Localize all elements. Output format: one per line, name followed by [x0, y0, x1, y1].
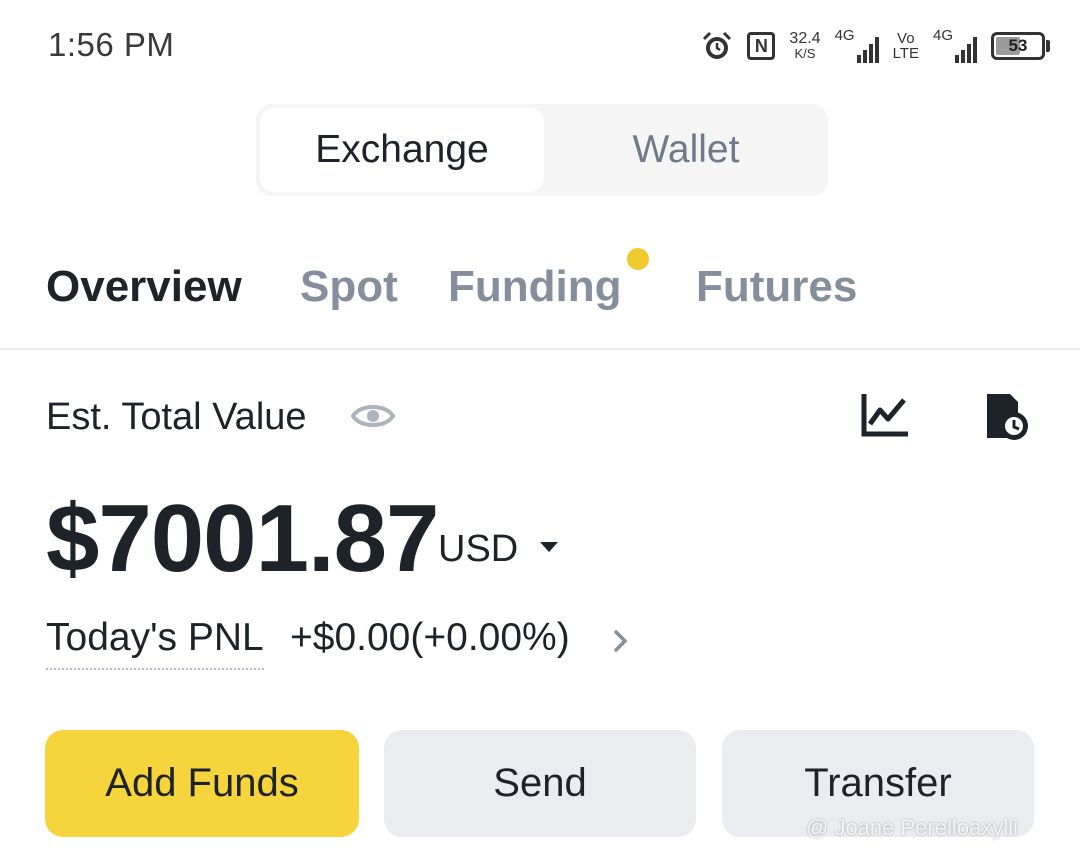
status-icons: N 32.4 K/S 4G Vo LTE 4G 53: [701, 24, 1050, 68]
battery-level: 53: [1008, 36, 1028, 55]
wallet-subtabs: Overview Spot Funding Futures: [0, 240, 1080, 350]
history-icon[interactable]: [984, 392, 1030, 442]
volte-line-2: LTE: [892, 45, 919, 62]
battery-icon: 53: [991, 32, 1050, 60]
chart-icon[interactable]: [860, 392, 910, 438]
speed-value: 32.4: [789, 30, 821, 47]
todays-pnl-label[interactable]: Today's PNL: [46, 616, 264, 670]
todays-pnl-value: +$0.00(+0.00%): [290, 616, 570, 659]
signal-icon: 4G: [834, 27, 879, 63]
balance-amount: 7001.87: [98, 485, 439, 592]
speed-unit: K/S: [794, 46, 816, 61]
status-time: 1:56 PM: [48, 26, 175, 63]
network-type-1: 4G: [834, 27, 855, 44]
currency-selector[interactable]: USD: [438, 528, 518, 571]
caret-down-icon[interactable]: [540, 542, 558, 552]
currency-symbol: $: [46, 485, 99, 592]
network-type-2: 4G: [932, 27, 953, 44]
tab-exchange[interactable]: Exchange: [260, 108, 544, 192]
watermark: @ Joane Perelloaxylli: [806, 815, 1018, 840]
nfc-icon: N: [747, 32, 776, 60]
signal-icon-2: 4G: [932, 27, 977, 63]
add-funds-button[interactable]: Add Funds: [45, 730, 359, 837]
subtab-funding[interactable]: Funding: [448, 262, 622, 312]
total-balance: $7001.87: [46, 484, 439, 594]
alarm-icon: [701, 30, 733, 62]
send-button[interactable]: Send: [384, 730, 696, 837]
exchange-wallet-switch: Exchange Wallet: [256, 104, 828, 196]
subtab-futures[interactable]: Futures: [696, 262, 857, 312]
tab-wallet[interactable]: Wallet: [544, 104, 828, 196]
eye-icon[interactable]: [350, 398, 396, 434]
subtab-spot[interactable]: Spot: [300, 262, 398, 312]
network-speed: 32.4 K/S: [789, 30, 821, 62]
chevron-right-icon[interactable]: [612, 628, 630, 654]
status-bar: 1:56 PM N 32.4 K/S 4G Vo LTE 4G 53: [0, 0, 1080, 92]
volte-indicator: Vo LTE: [893, 31, 919, 61]
subtab-overview[interactable]: Overview: [46, 262, 242, 312]
funding-notification-dot: [627, 248, 649, 270]
volte-line-1: Vo: [897, 30, 915, 47]
est-total-value-label: Est. Total Value: [46, 396, 307, 438]
